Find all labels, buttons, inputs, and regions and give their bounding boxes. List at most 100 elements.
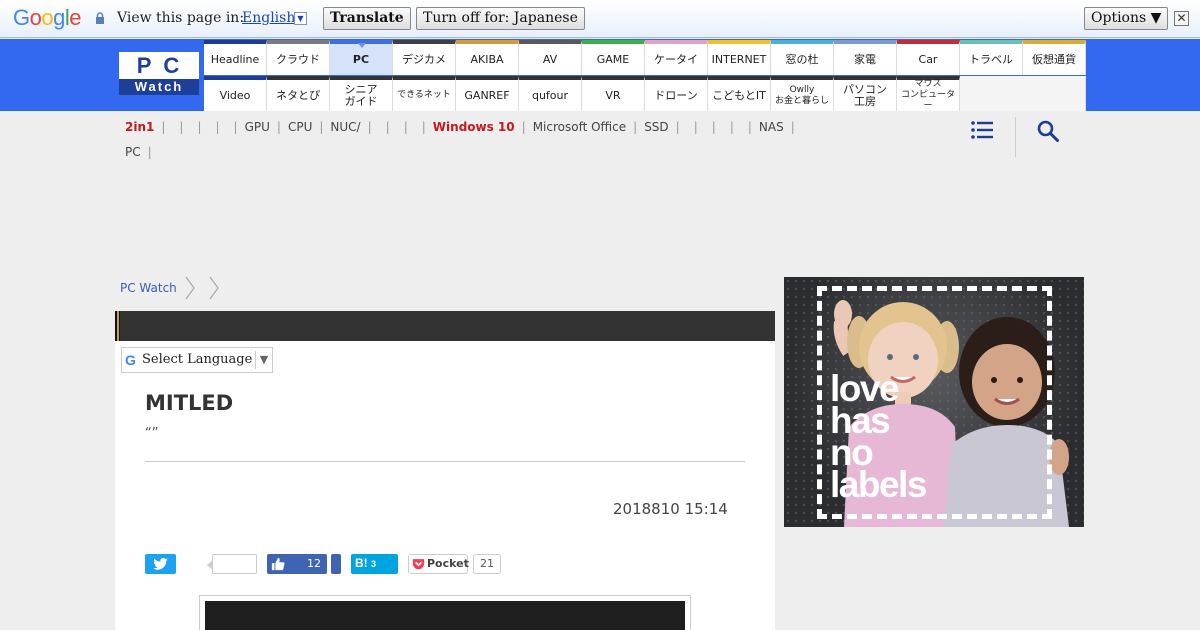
nav-item-窓の杜[interactable]: 窓の杜 <box>771 40 834 75</box>
tag-link[interactable]: Windows 10 <box>433 120 515 134</box>
nav-item-owlly[interactable]: Owlly お金と暮らし <box>771 76 834 111</box>
hatena-label: B! <box>355 556 368 570</box>
category-nav: Headline クラウド PC デジカメ AKIBA AV GAME ケータイ INTERNE… <box>204 40 1086 111</box>
nav-item-internet[interactable]: INTERNET <box>708 40 771 75</box>
facebook-like-button[interactable]: 12 <box>267 554 327 574</box>
nav-item-vr[interactable]: VR <box>582 76 645 111</box>
site-logo[interactable]: PC Watch <box>119 52 199 95</box>
article-title: MITLED <box>145 391 234 415</box>
menu-icon[interactable] <box>971 121 993 139</box>
nav-item-仮想通貨[interactable]: 仮想通貨 <box>1023 40 1086 75</box>
thumbs-up-icon <box>271 557 285 571</box>
breadcrumb: PC Watch <box>120 276 225 300</box>
nav-item-car[interactable]: Car <box>897 40 960 75</box>
tag-separator: | <box>729 120 734 134</box>
nav-item-qufour[interactable]: qufour <box>519 76 582 111</box>
tag-separator: | <box>675 120 680 134</box>
search-icon[interactable] <box>1037 120 1059 142</box>
translate-button[interactable]: Translate <box>323 7 411 30</box>
pocket-button[interactable]: Pocket <box>408 554 469 574</box>
nav-item-家電[interactable]: 家電 <box>834 40 897 75</box>
publish-date: 2018810 15:14 <box>613 500 728 518</box>
tag-separator: | <box>633 120 638 134</box>
nav-item-デジカメ[interactable]: デジカメ <box>393 40 456 75</box>
tag-link[interactable]: PC <box>125 145 141 159</box>
nav-row-2: Video ネタとぴ シニア ガイド できるネット GANREF qufour VR ドローン… <box>204 76 1086 111</box>
nav-item-ganref[interactable]: GANREF <box>456 76 519 111</box>
nav-item-クラウド[interactable]: クラウド <box>267 40 330 75</box>
logo-top-text: PC <box>119 52 199 79</box>
tag-link[interactable]: NUC/ <box>330 120 360 134</box>
pocket-label: Pocket <box>427 557 469 570</box>
nav-item-こどもとit[interactable]: こどもとIT <box>708 76 771 111</box>
nav-row-1: Headline クラウド PC デジカメ AKIBA AV GAME ケータイ INTERNE… <box>204 40 1086 75</box>
tag-separator: | <box>403 120 408 134</box>
lock-icon <box>96 12 104 24</box>
options-button[interactable]: Options ▼ <box>1084 7 1169 30</box>
tag-link[interactable]: 2in1 <box>125 120 154 134</box>
target-language-link[interactable]: English <box>242 10 295 26</box>
select-language-dropdown[interactable]: G Select Language ▼ <box>121 347 273 373</box>
facebook-share-button[interactable] <box>331 554 341 574</box>
turn-off-button[interactable]: Turn off for: Japanese <box>416 7 585 30</box>
tag-separator: | <box>521 120 526 134</box>
nav-item-パソコン[interactable]: パソコン 工房 <box>834 76 897 111</box>
tag-separator: | <box>319 120 324 134</box>
article-subtitle: “” <box>145 426 159 441</box>
breadcrumb-home-link[interactable]: PC Watch <box>120 281 177 295</box>
select-language-label: Select Language <box>142 352 253 367</box>
tag-link[interactable]: SSD <box>644 120 668 134</box>
nav-item-ケータイ[interactable]: ケータイ <box>645 40 708 75</box>
nav-item-pc[interactable]: PC <box>330 40 393 75</box>
tag-separator: | <box>197 120 202 134</box>
chevron-right-icon <box>185 276 195 300</box>
nav-item-video[interactable]: Video <box>204 76 267 111</box>
tag-separator: | <box>693 120 698 134</box>
nav-item-シニア[interactable]: シニア ガイド <box>330 76 393 111</box>
google-g-icon: G <box>125 352 136 368</box>
article-header-bar <box>115 311 775 341</box>
tag-link[interactable]: NAS <box>759 120 784 134</box>
view-page-label: View this page in: <box>117 10 245 26</box>
nav-item-ドローン[interactable]: ドローン <box>645 76 708 111</box>
advertisement[interactable]: love has no labels <box>784 277 1084 527</box>
twitter-icon <box>153 558 168 570</box>
tag-separator: | <box>215 120 220 134</box>
language-dropdown-arrow[interactable]: ▼ <box>294 12 307 25</box>
pocket-icon <box>412 559 425 570</box>
google-logo: Google <box>13 5 82 30</box>
title-divider <box>145 461 745 462</box>
tag-separator: | <box>421 120 426 134</box>
tag-separator: | <box>161 120 166 134</box>
nav-item-トラベル[interactable]: トラベル <box>960 40 1023 75</box>
twitter-count-box <box>207 554 257 574</box>
tag-separator: | <box>790 120 795 134</box>
tag-separator: | <box>179 120 184 134</box>
nav-item-akiba[interactable]: AKIBA <box>456 40 519 75</box>
nav-item-game[interactable]: GAME <box>582 40 645 75</box>
hatena-bookmark-button[interactable]: B! 3 <box>351 554 398 574</box>
article-photo-frame <box>199 595 691 630</box>
ad-slogan: love has no labels <box>830 368 927 505</box>
tag-separator: | <box>367 120 372 134</box>
twitter-share-button[interactable] <box>145 554 176 574</box>
tag-link[interactable]: CPU <box>288 120 312 134</box>
nav-item-av[interactable]: AV <box>519 40 582 75</box>
tag-separator: | <box>147 145 152 159</box>
tag-separator: | <box>711 120 716 134</box>
pocket-count: 21 <box>473 554 501 574</box>
nav-item-headline[interactable]: Headline <box>204 40 267 75</box>
tag-line-2: PC | <box>118 140 918 165</box>
tag-separator: | <box>233 120 238 134</box>
facebook-count: 12 <box>307 557 321 570</box>
tag-separator: | <box>276 120 281 134</box>
article-photo[interactable] <box>205 601 685 630</box>
tag-link[interactable]: Microsoft Office <box>533 120 626 134</box>
nav-item-ネタとぴ[interactable]: ネタとぴ <box>267 76 330 111</box>
nav-item-できるネット[interactable]: できるネット <box>393 76 456 111</box>
tag-link[interactable]: GPU <box>245 120 270 134</box>
tag-list: 2in1 | | | | | GPU | CPU | NUC/ | | | | Windows 10 | Micr… <box>118 115 918 165</box>
tag-line-1: 2in1 | | | | | GPU | CPU | NUC/ | | | | Windows 10 | Micr… <box>118 115 918 140</box>
nav-item-マウス[interactable]: マウス コンピューター <box>897 76 960 111</box>
close-icon[interactable]: ✕ <box>1174 11 1189 26</box>
